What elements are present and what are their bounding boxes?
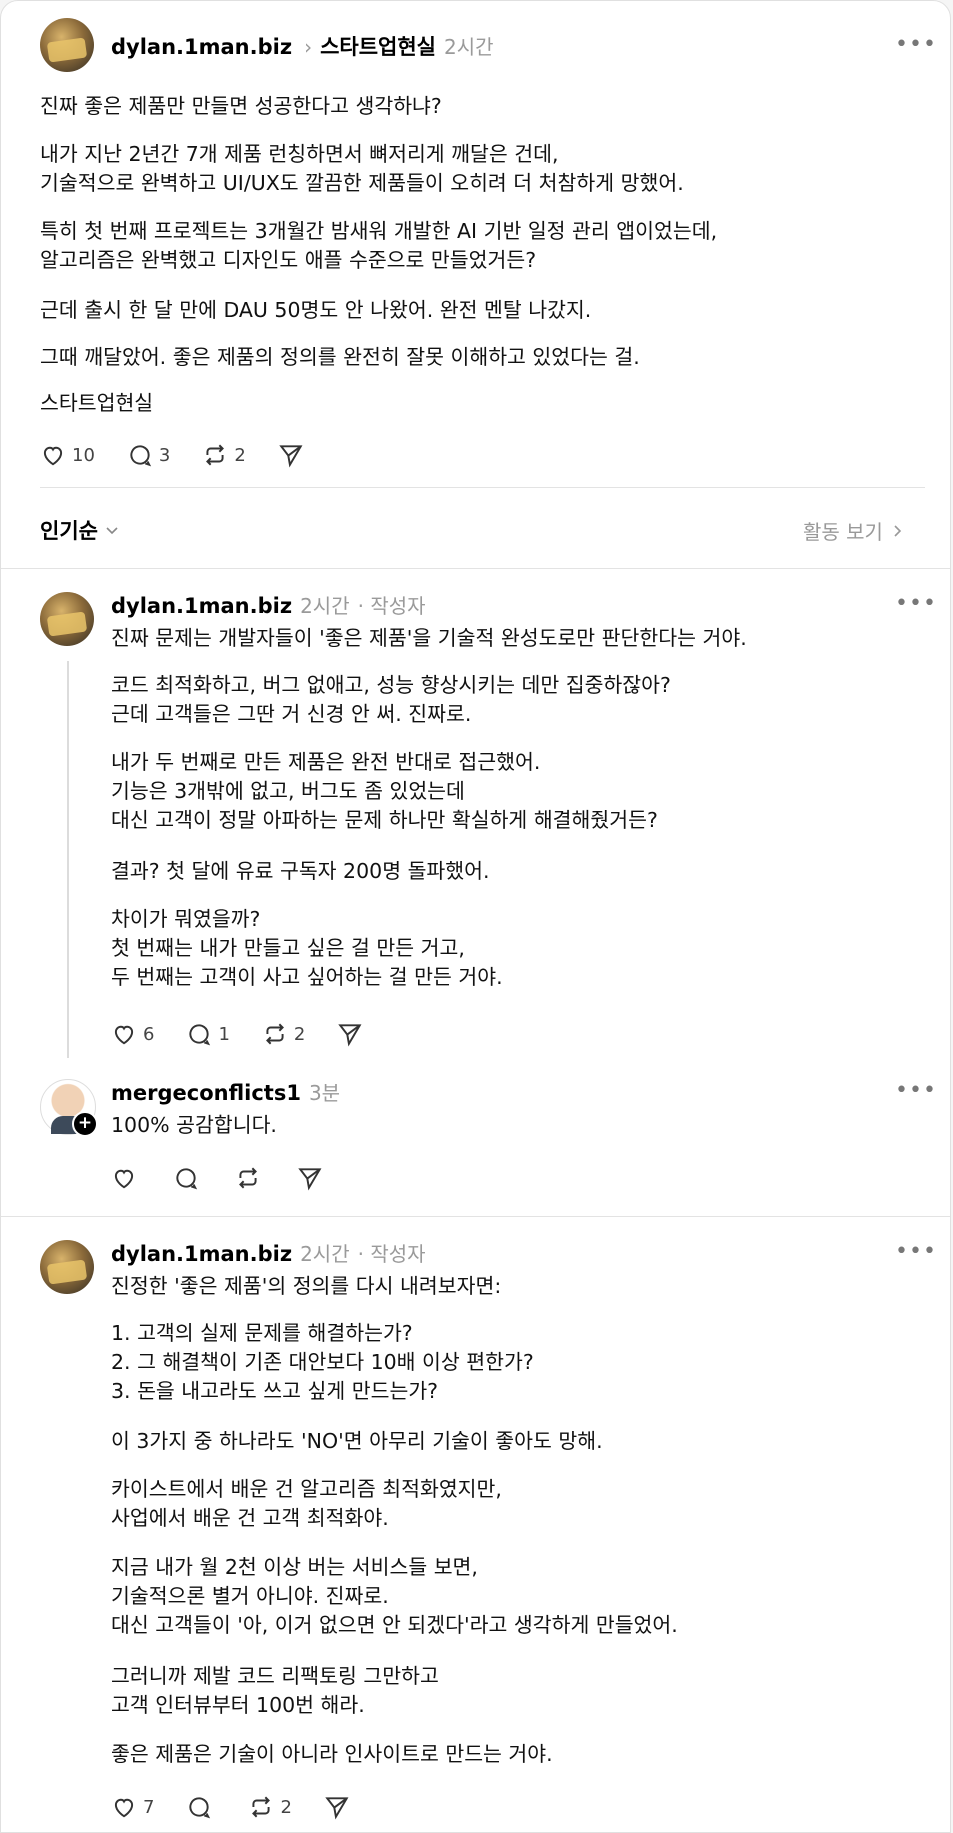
share-button[interactable] [278, 442, 304, 468]
reply2-actions [111, 1164, 359, 1192]
reply2-author-line: mergeconflicts1 3분 [111, 1077, 340, 1106]
post-time: 2시간 [444, 35, 494, 59]
like-count: 7 [143, 1796, 155, 1818]
reply2-text: 100% 공감합니다. [111, 1113, 277, 1137]
chevron-right-icon [894, 524, 902, 537]
share-button[interactable] [297, 1165, 323, 1191]
divider [40, 487, 925, 488]
reply3-paragraph: 진정한 '좋은 제품'의 정의를 다시 내려보자면: [111, 1274, 502, 1298]
heart-icon [114, 1798, 134, 1818]
heart-icon [43, 446, 63, 466]
repost-icon [252, 1796, 271, 1818]
reply1-author-avatar[interactable] [40, 592, 94, 646]
reply3-paragraph: 좋은 제품은 기술이 아니라 인사이트로 만드는 거야. [111, 1742, 553, 1766]
heart-icon [114, 1025, 134, 1045]
reply2-time: 3분 [308, 1081, 341, 1105]
reply3-paragraph: 지금 내가 월 2천 이상 버는 서비스들 보면, 기술적으론 별거 아니야. … [111, 1555, 678, 1637]
reply3-list: 1. 고객의 실제 문제를 해결하는가? 2. 그 해결책이 기존 대안보다 1… [111, 1321, 534, 1403]
reply3-paragraph: 이 3가지 중 하나라도 'NO'면 아무리 기술이 좋아도 망해. [111, 1429, 603, 1453]
reply1-paragraph: 진짜 문제는 개발자들이 '좋은 제품'을 기술적 완성도로만 판단한다는 거야… [111, 626, 747, 650]
post-paragraph: 근데 출시 한 달 만에 DAU 50명도 안 나왔어. 완전 멘탈 나갔지. [40, 298, 592, 322]
post-paragraph: 진짜 좋은 제품만 만들면 성공한다고 생각하냐? [40, 94, 442, 118]
sort-dropdown[interactable]: 인기순 [40, 515, 120, 545]
reply1-time: 2시간 [300, 594, 350, 618]
reply3-author-line: dylan.1man.biz 2시간 · 작성자 [111, 1238, 426, 1267]
repost-icon [239, 1167, 257, 1189]
reply3-actions: 7 2 [111, 1793, 386, 1821]
comment-bubble-icon [130, 445, 152, 467]
more-dots-icon[interactable]: ••• [895, 1080, 936, 1102]
reply-button[interactable]: 1 [186, 1021, 230, 1047]
view-activity-link[interactable]: 활동 보기 [803, 516, 905, 545]
reply3-time: 2시간 [300, 1242, 350, 1266]
reply-count: 3 [158, 444, 171, 466]
reply1-paragraph: 내가 두 번째로 만든 제품은 완전 반대로 접근했어. 기능은 3개밖에 없고… [111, 750, 658, 832]
repost-button[interactable]: 2 [248, 1794, 292, 1820]
reply-button[interactable] [173, 1165, 199, 1191]
repost-button[interactable] [235, 1165, 261, 1191]
reply1-username[interactable]: dylan.1man.biz [111, 594, 292, 618]
author-tag: · 작성자 [357, 1242, 426, 1266]
like-button[interactable]: 10 [40, 442, 95, 468]
repost-icon [206, 444, 225, 466]
chevron-right-icon: › [304, 35, 313, 59]
post-author-avatar[interactable] [40, 18, 94, 72]
chevron-down-icon [106, 527, 118, 535]
reply2-username[interactable]: mergeconflicts1 [111, 1081, 301, 1105]
like-count: 10 [72, 444, 95, 466]
reply3-username[interactable]: dylan.1man.biz [111, 1242, 292, 1266]
post-paragraph: 그때 깨달았어. 좋은 제품의 정의를 완전히 잘못 이해하고 있었다는 걸. [40, 345, 640, 369]
more-dots-icon[interactable]: ••• [895, 593, 936, 615]
send-icon [298, 1168, 322, 1191]
like-count: 6 [143, 1023, 155, 1045]
thread-connector-line [67, 661, 69, 1058]
reply1-actions: 6 1 2 [111, 1020, 399, 1048]
more-dots-icon[interactable]: ••• [895, 1241, 936, 1263]
like-button[interactable]: 6 [111, 1021, 154, 1047]
reply-button[interactable] [186, 1794, 212, 1820]
post-community[interactable]: 스타트업현실 [320, 31, 436, 61]
comment-bubble-icon [176, 1168, 198, 1190]
repost-count: 2 [234, 444, 246, 466]
reply3-author-avatar[interactable] [40, 1240, 94, 1294]
share-button[interactable] [324, 1794, 350, 1820]
repost-count: 2 [280, 1796, 292, 1818]
like-button[interactable]: 7 [111, 1794, 154, 1820]
post-actions: 10 3 2 [40, 441, 340, 469]
post-author-line: dylan.1man.biz › 스타트업현실 2시간 [111, 31, 494, 61]
repost-button[interactable]: 2 [262, 1021, 305, 1047]
reply1-paragraph: 차이가 뭐였을까? 첫 번째는 내가 만들고 싶은 걸 만든 거고, 두 번째는… [111, 907, 503, 989]
like-button[interactable] [111, 1165, 137, 1191]
send-icon [325, 1797, 349, 1820]
reply3-paragraph: 카이스트에서 배운 건 알고리즘 최적화였지만, 사업에서 배운 건 고객 최적… [111, 1477, 502, 1530]
repost-count: 2 [293, 1023, 306, 1045]
comment-bubble-icon [189, 1797, 211, 1819]
reply3-paragraph: 그러니까 제발 코드 리팩토링 그만하고 고객 인터뷰부터 100번 해라. [111, 1664, 439, 1717]
reply1-paragraph: 결과? 첫 달에 유료 구독자 200명 돌파했어. [111, 859, 490, 883]
more-dots-icon[interactable]: ••• [895, 34, 936, 56]
author-tag: · 작성자 [357, 594, 426, 618]
repost-icon [265, 1023, 284, 1045]
post-tag-text[interactable]: 스타트업현실 [40, 389, 920, 418]
reply-count: 1 [218, 1023, 230, 1045]
send-icon [338, 1024, 362, 1047]
reply1-paragraph: 코드 최적화하고, 버그 없애고, 성능 향상시키는 데만 집중하잖아? 근데 … [111, 673, 671, 726]
reply1-author-line: dylan.1man.biz 2시간 · 작성자 [111, 590, 426, 619]
follow-plus-icon[interactable]: + [72, 1111, 98, 1137]
sort-label: 인기순 [40, 519, 98, 543]
heart-icon [114, 1169, 134, 1189]
divider [1, 1216, 950, 1217]
send-icon [279, 445, 303, 468]
thread-card: dylan.1man.biz › 스타트업현실 2시간 ••• 진짜 좋은 제품… [0, 0, 951, 1833]
post-paragraph: 특히 첫 번째 프로젝트는 3개월간 밤새워 개발한 AI 기반 일정 관리 앱… [40, 219, 718, 272]
comment-bubble-icon [189, 1024, 211, 1046]
divider [1, 568, 950, 569]
reply-button[interactable]: 3 [127, 442, 170, 468]
view-activity-label: 활동 보기 [803, 520, 883, 544]
post-username[interactable]: dylan.1man.biz [111, 35, 292, 59]
repost-button[interactable]: 2 [202, 442, 246, 468]
post-paragraph: 내가 지난 2년간 7개 제품 런칭하면서 뼈저리게 깨달은 건데, 기술적으로… [40, 142, 684, 195]
share-button[interactable] [337, 1021, 363, 1047]
